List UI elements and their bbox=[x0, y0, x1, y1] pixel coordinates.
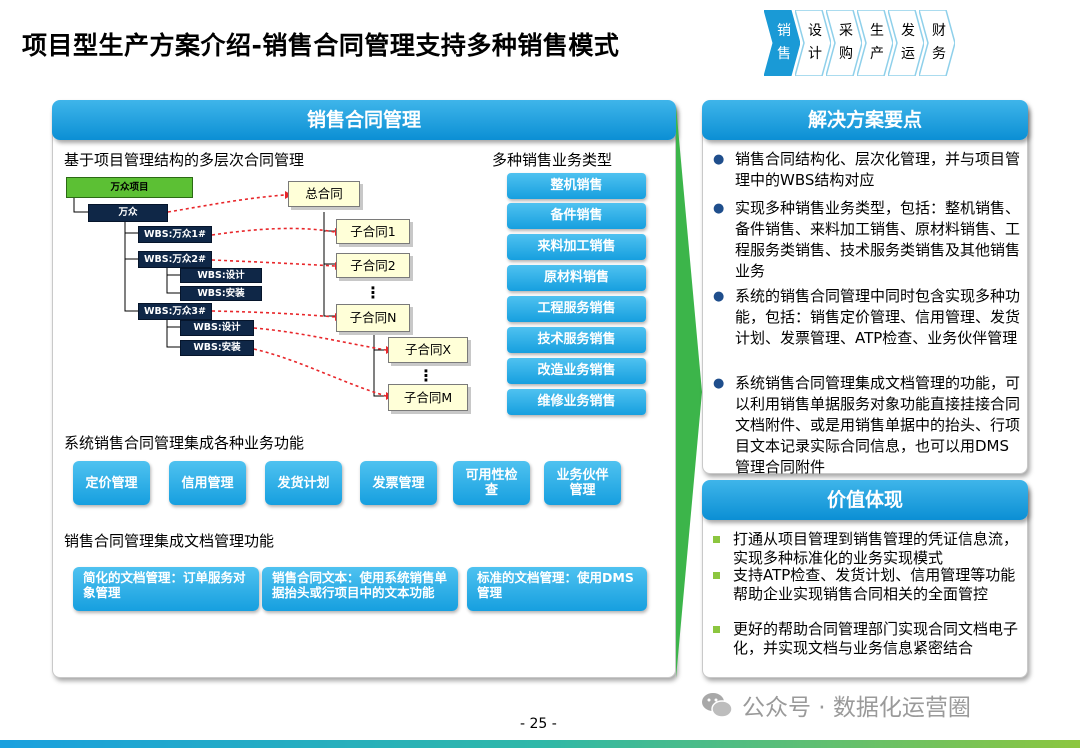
bullet-square-icon bbox=[713, 536, 720, 543]
watermark-text: 公众号 · 数据化运营圈 bbox=[742, 695, 971, 721]
docs-title: 销售合同管理集成文档管理功能 bbox=[64, 532, 275, 550]
solution-bullet: ● 系统的销售合同管理中同时包含实现多种功能，包括：销售定价管理、信用管理、发货计… bbox=[713, 287, 1021, 347]
value-bullet: 支持ATP检查、发货计划、信用管理等功能帮助企业实现销售合同相关的全面管控 bbox=[713, 566, 1023, 604]
contract-sub-x: 子合同X bbox=[388, 337, 468, 363]
process-chevron-bar: 销售 设计 采购 生产 发运 财务 bbox=[764, 10, 964, 76]
right-top-header: 解决方案要点 bbox=[702, 100, 1028, 140]
contract-sub-n: 子合同N bbox=[336, 304, 410, 332]
process-step-finance[interactable]: 财务 bbox=[919, 10, 955, 76]
doc-feature-item: 销售合同文本：使用系统销售单据抬头或行项目中的文本功能 bbox=[262, 567, 458, 611]
function-item: 信用管理 bbox=[169, 461, 246, 505]
contract-ellipsis-2: ⋮ bbox=[418, 366, 434, 385]
sales-type-item: 技术服务销售 bbox=[507, 327, 646, 353]
sales-type-item: 工程服务销售 bbox=[507, 296, 646, 322]
contract-sub-m: 子合同M bbox=[388, 384, 468, 411]
doc-feature-item: 简化的文档管理：订单服务对象管理 bbox=[73, 567, 259, 611]
sales-type-item: 原材料销售 bbox=[507, 265, 646, 291]
contract-main: 总合同 bbox=[288, 181, 360, 207]
sales-type-item: 整机销售 bbox=[507, 173, 646, 199]
watermark: 公众号 · 数据化运营圈 bbox=[700, 688, 971, 722]
doc-feature-item: 标准的文档管理：使用DMS管理 bbox=[467, 567, 647, 611]
bottom-color-band bbox=[0, 740, 1080, 748]
flow-arrow bbox=[676, 106, 702, 678]
functions-title: 系统销售合同管理集成各种业务功能 bbox=[64, 434, 305, 452]
wbs-node-w2-design: WBS:设计 bbox=[180, 268, 262, 283]
function-item: 可用性检查 bbox=[453, 461, 530, 505]
sales-type-item: 维修业务销售 bbox=[507, 389, 646, 415]
bullet-dot-icon: ● bbox=[713, 152, 725, 167]
contract-sub-1: 子合同1 bbox=[336, 219, 410, 244]
wbs-node-w3-install: WBS:安装 bbox=[180, 340, 254, 356]
wechat-icon bbox=[702, 693, 733, 718]
solution-bullet: ● 实现多种销售业务类型，包括：整机销售、备件销售、来料加工销售、原材料销售、工程… bbox=[713, 199, 1021, 280]
right-bottom-header: 价值体现 bbox=[702, 480, 1028, 520]
bullet-dot-icon: ● bbox=[713, 376, 725, 391]
function-item: 发货计划 bbox=[265, 461, 342, 505]
wbs-node-w2: WBS:万众2# bbox=[138, 251, 212, 268]
solution-bullet: ● 系统销售合同管理集成文档管理的功能，可以利用销售单据服务对象功能直接挂接合同文… bbox=[713, 374, 1021, 476]
bullet-square-icon bbox=[713, 572, 720, 579]
function-item: 发票管理 bbox=[360, 461, 437, 505]
wbs-node-w1: WBS:万众1# bbox=[138, 226, 212, 243]
page-number: - 25 - bbox=[520, 716, 557, 732]
wbs-node-w3: WBS:万众3# bbox=[138, 303, 212, 320]
bullet-dot-icon: ● bbox=[713, 289, 725, 304]
contract-sub-2: 子合同2 bbox=[336, 253, 410, 278]
wbs-node-wanzhong: 万众 bbox=[88, 204, 168, 222]
value-bullet: 打通从项目管理到销售管理的凭证信息流，实现多种标准化的业务实现模式 bbox=[713, 530, 1023, 568]
sales-type-item: 备件销售 bbox=[507, 203, 646, 229]
wbs-node-w3-design: WBS:设计 bbox=[180, 320, 254, 336]
contract-ellipsis-1: ⋮ bbox=[365, 283, 381, 302]
function-item: 业务伙伴管理 bbox=[544, 461, 621, 505]
bullet-dot-icon: ● bbox=[713, 201, 725, 216]
wbs-root-node: 万众项目 bbox=[66, 177, 193, 198]
function-item: 定价管理 bbox=[73, 461, 150, 505]
value-bullet: 更好的帮助合同管理部门实现合同文档电子化，并实现文档与业务信息紧密结合 bbox=[713, 620, 1023, 658]
solution-bullet: ● 销售合同结构化、层次化管理，并与项目管理中的WBS结构对应 bbox=[713, 150, 1021, 189]
bullet-square-icon bbox=[713, 626, 720, 633]
wbs-node-w2-install: WBS:安装 bbox=[180, 286, 262, 301]
sales-type-item: 来料加工销售 bbox=[507, 234, 646, 260]
sales-type-item: 改造业务销售 bbox=[507, 358, 646, 384]
